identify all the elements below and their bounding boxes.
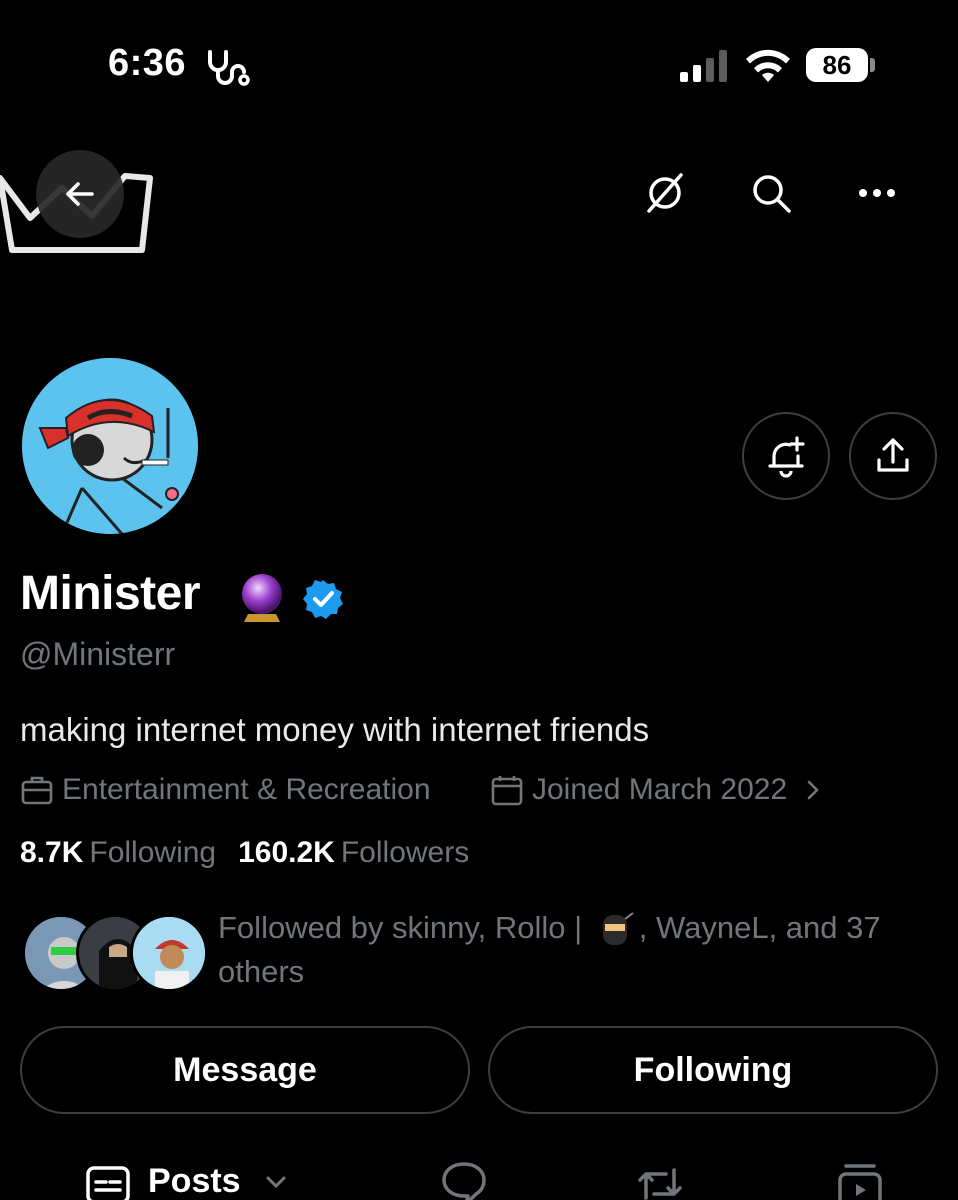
replies-tab-icon[interactable] bbox=[440, 1158, 488, 1200]
search-icon bbox=[753, 175, 791, 213]
chevron-down-icon[interactable] bbox=[262, 1168, 290, 1196]
more-options-button[interactable] bbox=[852, 168, 902, 218]
following-label[interactable]: Following bbox=[89, 836, 216, 870]
message-button[interactable]: Message bbox=[20, 1026, 470, 1114]
battery-indicator: 86 bbox=[806, 48, 868, 82]
profile-bio: making internet money with internet frie… bbox=[20, 711, 650, 748]
profile-handle: @Ministerr bbox=[20, 636, 176, 672]
joined-label: Joined March 2022 bbox=[532, 773, 788, 806]
posts-tab-icon[interactable] bbox=[84, 1160, 132, 1200]
followed-by-prefix: Followed by skinny, Rollo | bbox=[218, 910, 583, 945]
followers-count[interactable]: 160.2K bbox=[238, 836, 335, 870]
following-count[interactable]: 8.7K bbox=[20, 836, 83, 870]
avatar-stick-figure-image bbox=[22, 358, 198, 534]
joined-date[interactable]: Joined March 2022 bbox=[490, 770, 827, 810]
profile-category: Entertainment & Recreation bbox=[20, 770, 431, 810]
mini-avatar bbox=[130, 914, 208, 992]
verified-badge-icon[interactable] bbox=[302, 578, 344, 620]
bell-plus-icon bbox=[768, 436, 805, 478]
grok-icon bbox=[647, 173, 683, 213]
followed-by-text[interactable]: Followed by skinny, Rollo | , WayneL, an… bbox=[218, 906, 918, 994]
media-tab-icon[interactable] bbox=[836, 1160, 884, 1200]
briefcase-icon bbox=[21, 776, 53, 805]
ninja-emoji bbox=[602, 912, 634, 945]
search-button[interactable] bbox=[746, 168, 796, 218]
share-icon bbox=[877, 438, 909, 472]
arrow-left-icon bbox=[66, 182, 94, 206]
display-name: Minister bbox=[20, 567, 201, 620]
back-button[interactable] bbox=[36, 150, 124, 238]
wifi-icon bbox=[746, 49, 790, 82]
follow-stats: 8.7K Following 160.2K Followers bbox=[20, 836, 491, 870]
stethoscope-icon bbox=[208, 50, 250, 86]
followers-you-know-avatars[interactable] bbox=[22, 914, 208, 994]
cellular-signal-icon bbox=[680, 50, 727, 82]
followers-label[interactable]: Followers bbox=[341, 836, 469, 870]
chevron-right-icon bbox=[807, 780, 820, 800]
crystal-ball-emoji bbox=[242, 574, 282, 622]
calendar-icon bbox=[491, 776, 523, 806]
posts-tab-label[interactable]: Posts bbox=[148, 1162, 241, 1200]
grok-button[interactable] bbox=[640, 168, 690, 218]
share-profile-button[interactable] bbox=[849, 412, 937, 500]
category-label: Entertainment & Recreation bbox=[62, 773, 431, 806]
more-horizontal-icon bbox=[859, 189, 895, 197]
notify-button[interactable] bbox=[742, 412, 830, 500]
status-time: 6:36 bbox=[108, 42, 187, 84]
following-button[interactable]: Following bbox=[488, 1026, 938, 1114]
profile-avatar[interactable] bbox=[18, 354, 202, 538]
reposts-tab-icon[interactable] bbox=[636, 1160, 684, 1200]
battery-nub bbox=[870, 58, 875, 72]
status-bar: 6:36 86 bbox=[0, 0, 958, 130]
